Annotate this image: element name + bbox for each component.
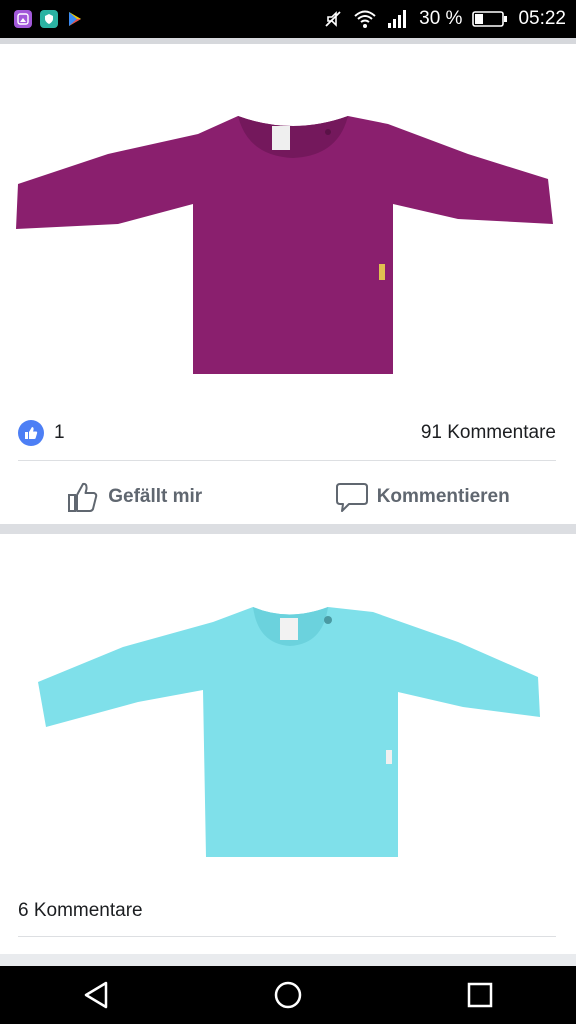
post-actions: Gefällt mir Kommentieren — [0, 472, 576, 522]
signal-icon — [388, 10, 407, 28]
comment-count-link[interactable]: 6 Kommentare — [18, 900, 143, 922]
thumbs-up-icon — [68, 482, 98, 512]
divider — [18, 460, 556, 461]
shield-app-icon — [40, 10, 58, 28]
like-button[interactable]: Gefällt mir — [66, 481, 202, 513]
post-stats-row: 6 Kommentare — [18, 900, 556, 922]
post-card: 1 91 Kommentare Gefällt mir Kommentieren — [0, 44, 576, 524]
clock: 05:22 — [518, 8, 566, 29]
like-reaction-icon — [18, 420, 44, 446]
like-button-label: Gefällt mir — [108, 486, 203, 507]
divider — [18, 936, 556, 937]
status-bar: 30 % 05:22 — [0, 0, 576, 38]
mute-icon — [325, 11, 341, 27]
reaction-summary[interactable]: 1 — [18, 420, 65, 446]
system-navigation-bar — [0, 966, 576, 1024]
home-icon — [274, 981, 302, 1009]
notification-icons — [14, 10, 84, 28]
wifi-icon — [354, 10, 376, 28]
home-button[interactable] — [258, 966, 318, 1024]
post-stats-row: 1 91 Kommentare — [18, 420, 556, 446]
back-icon — [84, 981, 108, 1009]
play-store-icon — [66, 10, 84, 28]
comment-bubble-icon — [335, 483, 368, 512]
battery-icon — [472, 11, 508, 27]
blue-shirt-image — [38, 607, 540, 857]
post-separator — [0, 524, 576, 534]
comment-button-label: Kommentieren — [376, 486, 510, 507]
post-photo-blue-shirt[interactable] — [0, 552, 576, 882]
purple-shirt-image — [16, 116, 553, 374]
comment-count-link[interactable]: 91 Kommentare — [421, 422, 556, 444]
gallery-app-icon — [14, 10, 32, 28]
comment-button[interactable]: Kommentieren — [335, 481, 510, 513]
post-card: 6 Kommentare — [0, 534, 576, 954]
news-feed[interactable]: 1 91 Kommentare Gefällt mir Kommentieren — [0, 38, 576, 966]
post-photo-purple-shirt[interactable] — [0, 44, 576, 404]
recents-button[interactable] — [450, 966, 510, 1024]
back-button[interactable] — [66, 966, 126, 1024]
battery-percent: 30 % — [419, 8, 463, 29]
like-count: 1 — [54, 422, 65, 443]
recents-icon — [467, 982, 493, 1008]
